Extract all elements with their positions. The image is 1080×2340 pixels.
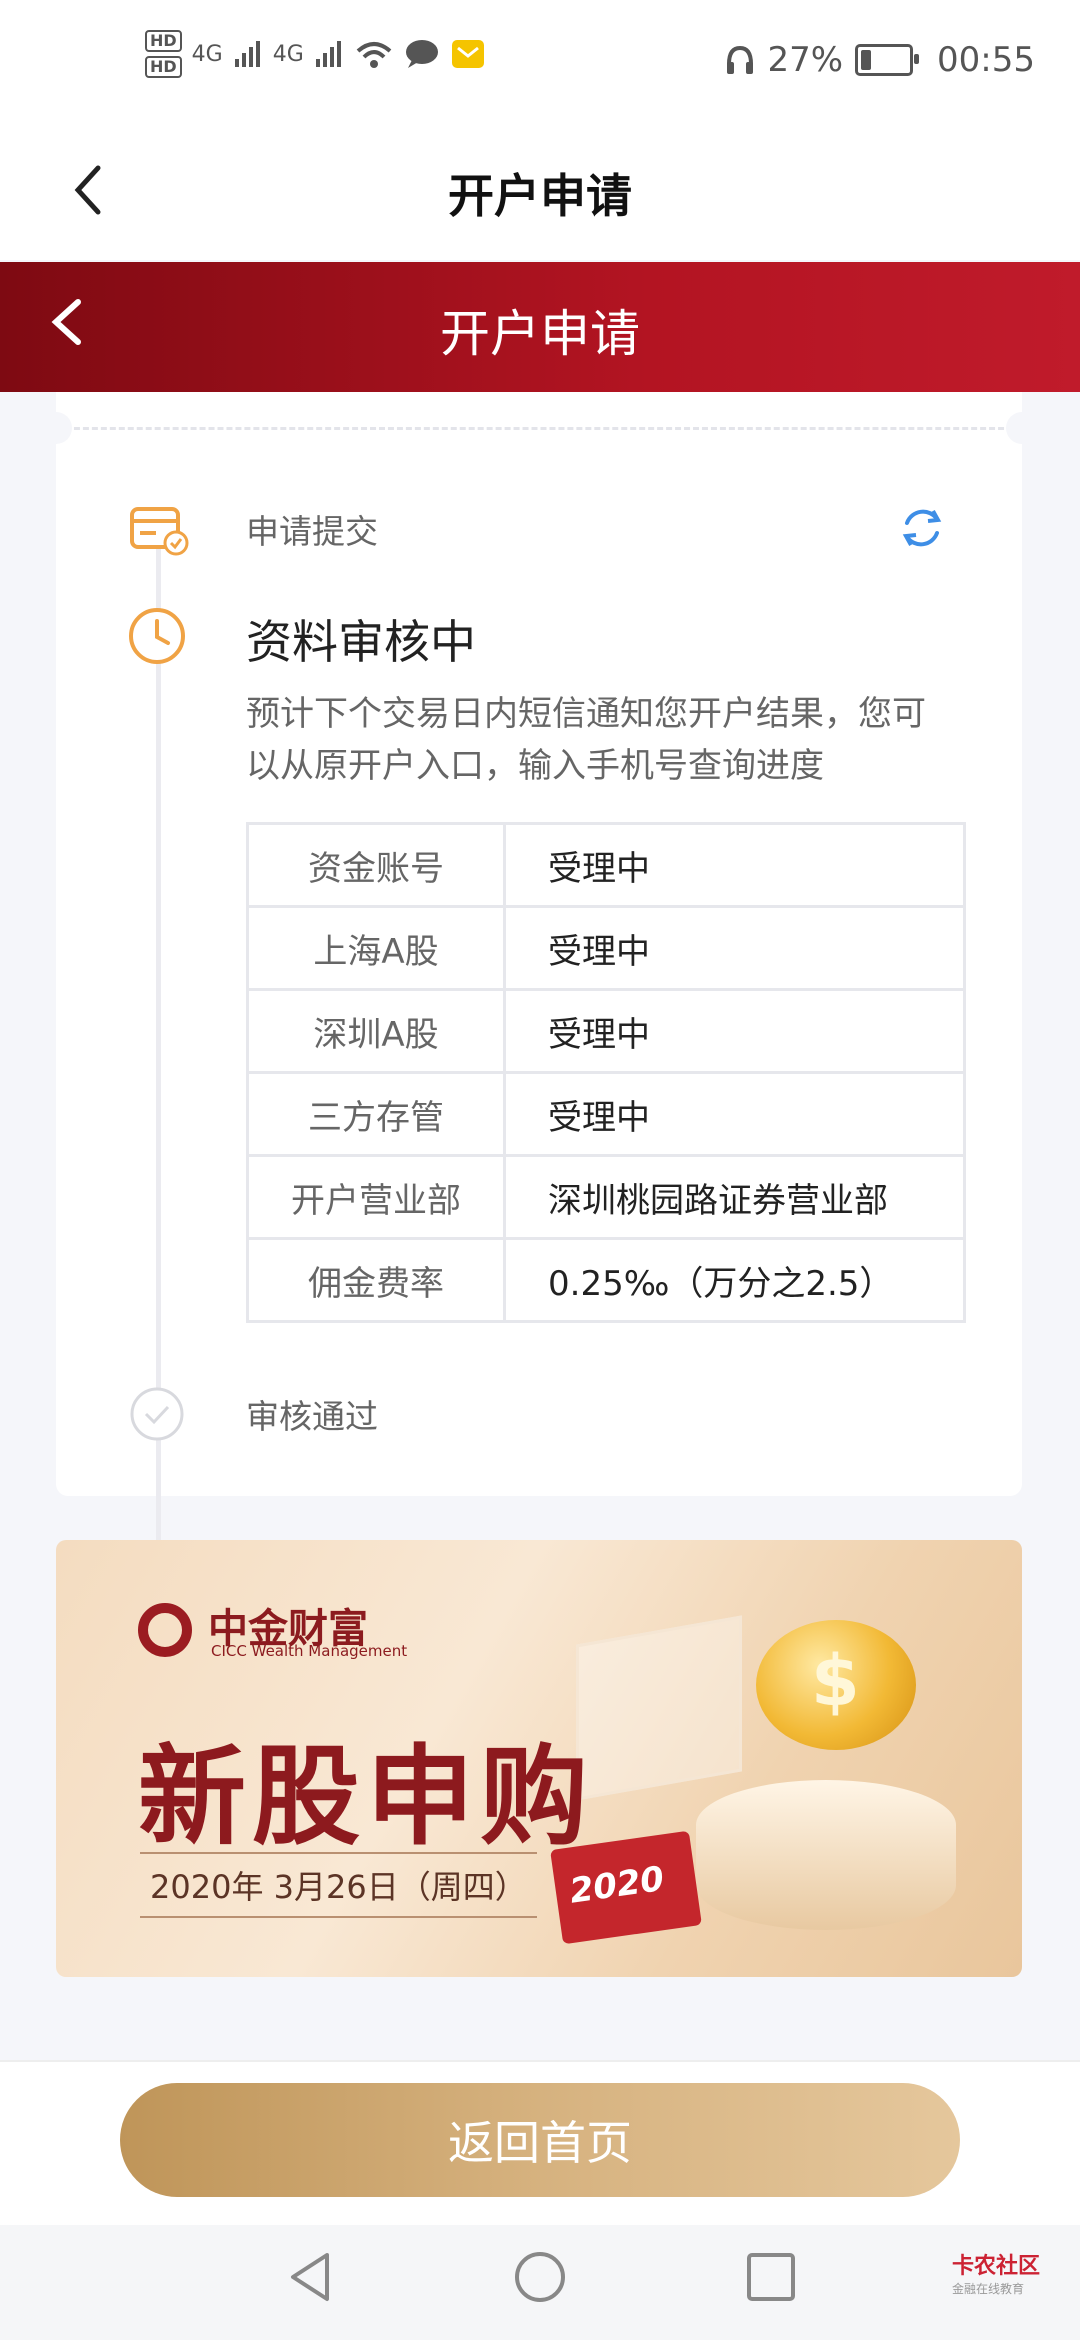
- battery-icon: [855, 44, 920, 76]
- nav-recents-icon[interactable]: [745, 2247, 797, 2307]
- table-row: 佣金费率 0.25‰（万分之2.5）: [246, 1237, 966, 1323]
- signal1-icon: [234, 41, 260, 67]
- status-bar: HD HD 4G 4G 27% 00:55: [0, 0, 1080, 130]
- watermark-name: 卡农社区: [951, 2254, 1040, 2279]
- table-row: 上海A股 受理中: [246, 905, 966, 991]
- battery-percent: 27%: [767, 40, 844, 80]
- chat-icon: [405, 40, 438, 68]
- row-value: 受理中: [503, 905, 966, 991]
- submitted-card-icon: [130, 507, 189, 556]
- refresh-icon[interactable]: [897, 503, 947, 553]
- row-value: 0.25‰（万分之2.5）: [503, 1237, 966, 1323]
- table-row: 开户营业部 深圳桃园路证券营业部: [246, 1154, 966, 1240]
- calendar-year: 2020: [567, 1858, 667, 1912]
- pedestal-graphic: [696, 1780, 956, 1930]
- app-header: 开户申请: [0, 130, 1080, 260]
- row-key: 开户营业部: [246, 1154, 506, 1240]
- webview-header: 开户申请: [0, 262, 1080, 392]
- step-approved-label: 审核通过: [246, 1397, 378, 1436]
- banner-headline: 新股申购: [138, 1735, 595, 1860]
- clock: 00:55: [937, 40, 1035, 80]
- signal2-icon: [315, 41, 341, 67]
- coin-icon: $: [756, 1620, 916, 1750]
- check-circle-icon: [130, 1387, 184, 1441]
- notch-right: [1006, 412, 1038, 444]
- headphones-icon: [727, 45, 754, 74]
- hd1-badge: HD: [145, 30, 182, 52]
- row-key: 佣金费率: [246, 1237, 506, 1323]
- row-value: 深圳桃园路证券营业部: [503, 1154, 966, 1240]
- table-row: 三方存管 受理中: [246, 1071, 966, 1157]
- hd2-badge: HD: [145, 56, 182, 78]
- mail-icon: [451, 40, 484, 68]
- network2-label: 4G: [272, 41, 304, 67]
- row-key: 上海A股: [246, 905, 506, 991]
- page-title: 开户申请: [448, 169, 632, 223]
- candlestick-panel-icon: [576, 1615, 742, 1801]
- wifi-icon: [356, 42, 392, 68]
- watermark-sub: 金融在线教育: [951, 2282, 1024, 2296]
- step-reviewing-title: 资料审核中: [246, 615, 476, 669]
- account-status-table: 资金账号 受理中 上海A股 受理中 深圳A股 受理中 三方存管 受理中 开户营业部 深圳桃…: [246, 822, 966, 1323]
- nav-home-icon[interactable]: [512, 2247, 568, 2307]
- notch-left: [40, 412, 72, 444]
- return-home-button[interactable]: 返回首页: [120, 2083, 960, 2197]
- banner-brand-en: CICC Wealth Management: [211, 1642, 408, 1660]
- step-reviewing-description: 预计下个交易日内短信通知您开户结果，您可以从原开户入口，输入手机号查询进度: [246, 694, 926, 786]
- network1-label: 4G: [191, 41, 223, 67]
- calendar-icon: 2020: [550, 1830, 702, 1945]
- table-row: 资金账号 受理中: [246, 822, 966, 908]
- table-row: 深圳A股 受理中: [246, 988, 966, 1074]
- hd-group: HD HD: [145, 30, 182, 78]
- clock-icon: [129, 608, 185, 664]
- row-key: 三方存管: [246, 1071, 506, 1157]
- divider: [56, 427, 1022, 430]
- ipo-banner[interactable]: 中金财富 CICC Wealth Management $ 新股申购 2020年…: [56, 1540, 1022, 1977]
- banner-date: 2020年 3月26日（周四）: [140, 1852, 537, 1918]
- status-right: 27% 00:55: [725, 40, 1035, 80]
- row-value: 受理中: [503, 988, 966, 1074]
- step-submitted-label: 申请提交: [246, 512, 378, 551]
- system-nav-bar: [0, 2225, 1080, 2340]
- status-left: HD HD 4G 4G: [145, 30, 486, 78]
- row-value: 受理中: [503, 822, 966, 908]
- row-key: 深圳A股: [246, 988, 506, 1074]
- row-value: 受理中: [503, 1071, 966, 1157]
- watermark: 卡农社区 金融在线教育: [952, 2248, 1040, 2297]
- cicc-logo-icon: [138, 1603, 192, 1657]
- webview-title: 开户申请: [440, 305, 640, 363]
- row-key: 资金账号: [246, 822, 506, 908]
- nav-back-icon[interactable]: [285, 2247, 335, 2307]
